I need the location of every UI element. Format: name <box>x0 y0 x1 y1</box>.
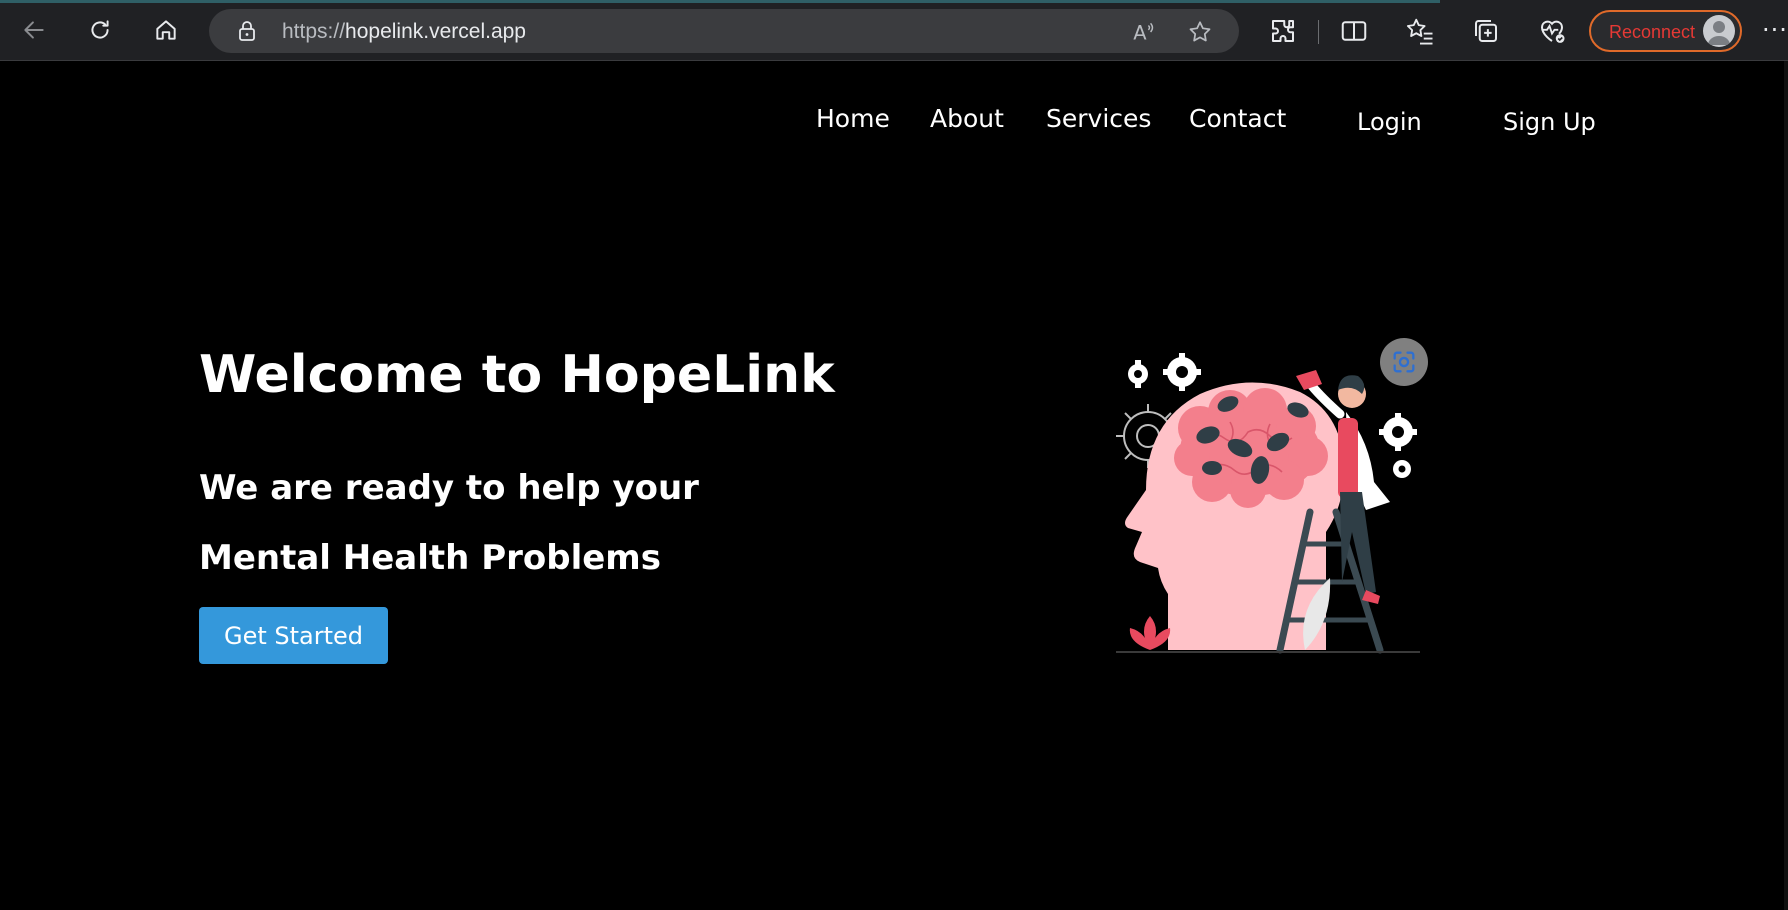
back-icon <box>24 21 44 39</box>
home-icon <box>156 20 176 40</box>
reconnect-button[interactable]: Reconnect <box>1589 10 1742 52</box>
tab-strip-edge <box>0 0 1440 3</box>
refresh-icon <box>91 20 109 39</box>
signup-link[interactable]: Sign Up <box>1503 108 1596 136</box>
address-bar[interactable]: https://hopelink.vercel.app A <box>209 9 1239 53</box>
profile-avatar-icon[interactable] <box>1703 15 1735 47</box>
url-host: hopelink.vercel.app <box>345 20 526 43</box>
read-aloud-icon[interactable]: A <box>1130 19 1156 45</box>
hero-subtitle-line1: We are ready to help your <box>199 468 699 508</box>
svg-text:A: A <box>1133 22 1147 45</box>
url-protocol: https:// <box>282 20 346 43</box>
lock-icon[interactable] <box>235 19 259 43</box>
get-started-button[interactable]: Get Started <box>199 607 388 664</box>
browser-health-icon[interactable] <box>1537 16 1567 46</box>
refresh-button[interactable] <box>82 12 118 48</box>
toolbar-divider <box>1318 20 1319 44</box>
visual-search-icon <box>1393 351 1415 373</box>
more-icon[interactable]: ··· <box>1762 16 1788 44</box>
login-link[interactable]: Login <box>1357 108 1422 136</box>
scrollbar[interactable] <box>1784 61 1788 910</box>
favorites-icon[interactable] <box>1405 16 1435 46</box>
browser-toolbar: https://hopelink.vercel.app A Reconnect … <box>0 0 1788 61</box>
hero-subtitle-line2: Mental Health Problems <box>199 538 661 578</box>
mental-health-illustration <box>1116 353 1420 654</box>
split-screen-icon[interactable] <box>1339 16 1369 46</box>
small-plant <box>1129 616 1171 650</box>
url-text[interactable]: https://hopelink.vercel.app <box>282 20 526 44</box>
reconnect-label: Reconnect <box>1609 22 1696 42</box>
collections-icon[interactable] <box>1471 16 1501 46</box>
back-button[interactable] <box>16 12 52 48</box>
visual-search-button[interactable] <box>1380 338 1428 386</box>
favorite-star-icon[interactable] <box>1187 19 1213 45</box>
nav-link-about[interactable]: About <box>930 104 1004 133</box>
nav-link-home[interactable]: Home <box>816 104 890 133</box>
nav-link-services[interactable]: Services <box>1046 104 1151 133</box>
hero-title: Welcome to HopeLink <box>199 345 835 405</box>
extensions-icon[interactable] <box>1268 16 1298 46</box>
home-button[interactable] <box>148 12 184 48</box>
nav-link-contact[interactable]: Contact <box>1189 104 1286 133</box>
